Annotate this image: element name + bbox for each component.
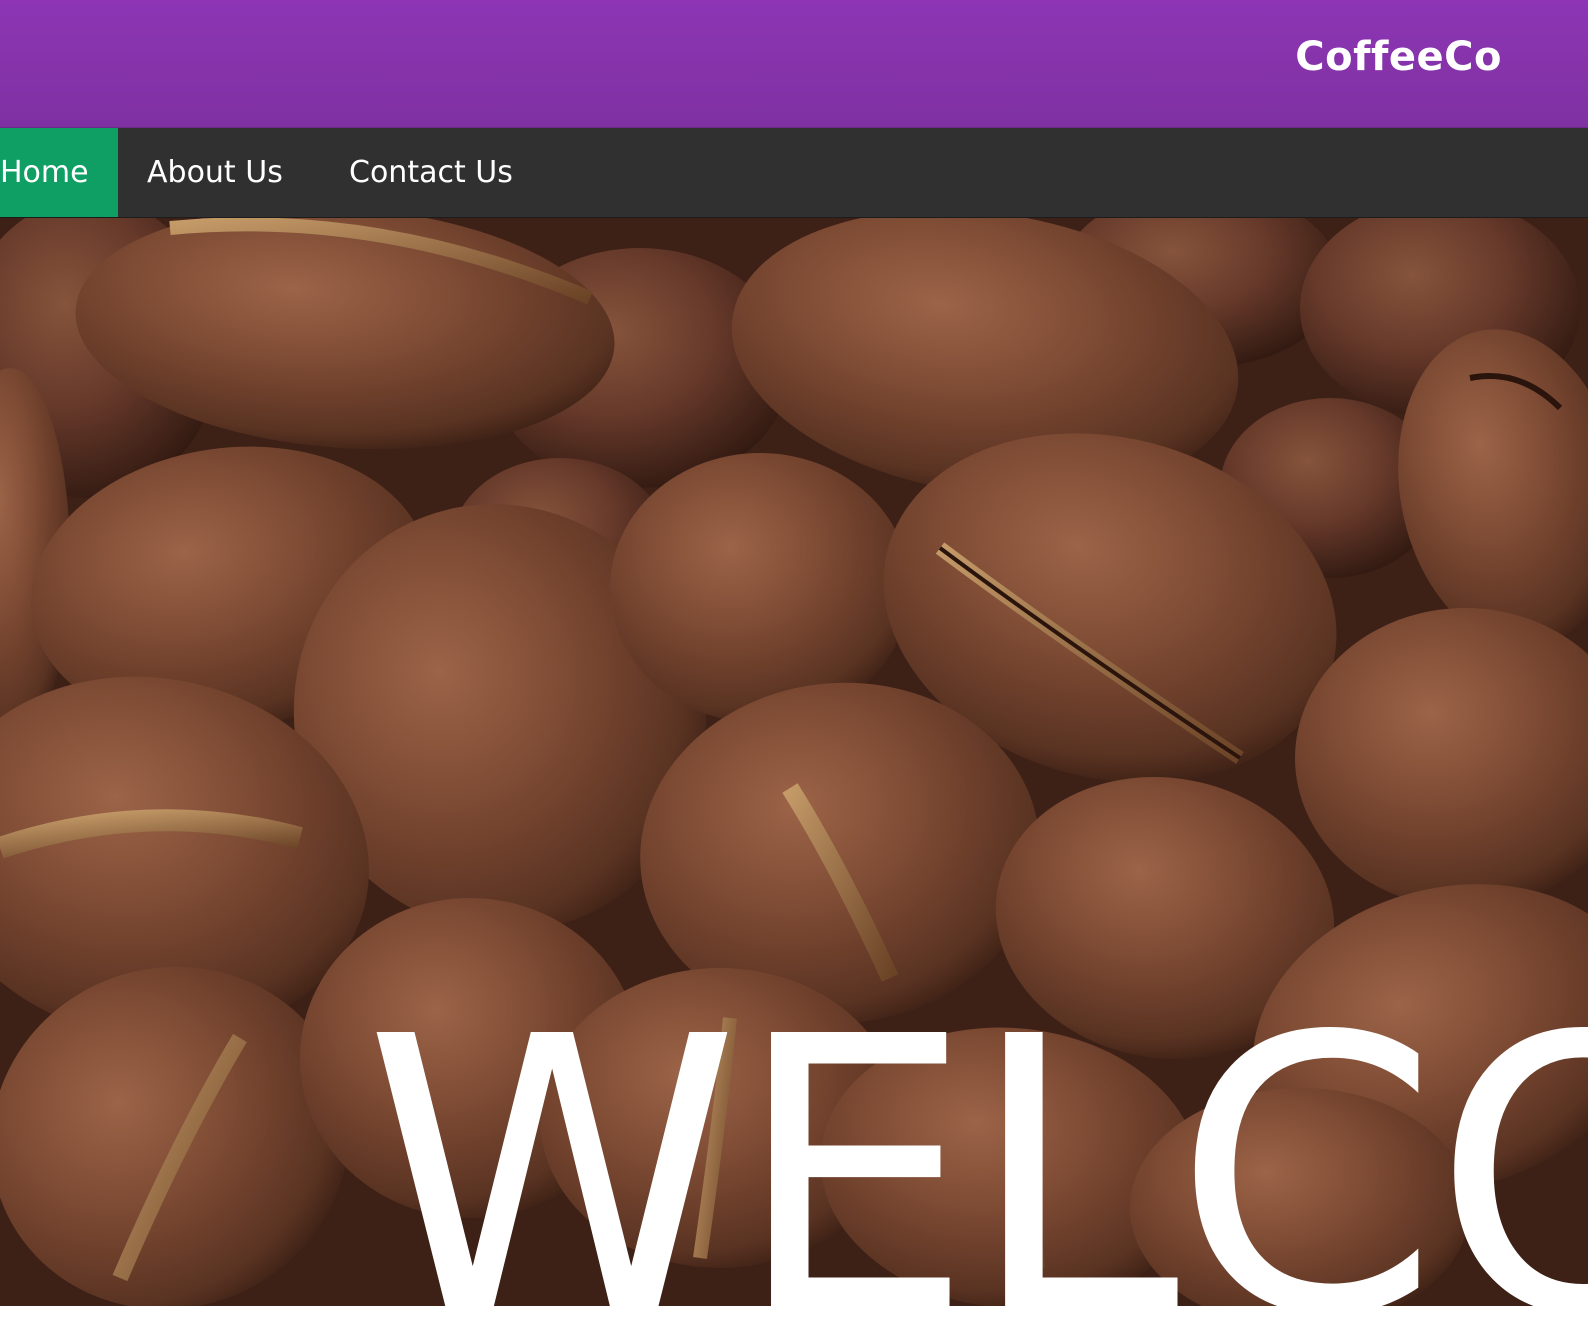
nav-item-about-us-label: About Us bbox=[147, 155, 283, 190]
main-nav: Home About Us Contact Us bbox=[0, 128, 1588, 218]
brand-logo-text[interactable]: CoffeeCo bbox=[1295, 34, 1502, 80]
nav-item-contact-us[interactable]: Contact Us bbox=[349, 128, 513, 217]
page-bottom-strip bbox=[0, 1306, 1588, 1324]
nav-item-home-label: Home bbox=[0, 155, 89, 190]
nav-item-about-us[interactable]: About Us bbox=[147, 128, 283, 217]
hero-banner: WELCO bbox=[0, 218, 1588, 1306]
hero-title: WELCO bbox=[364, 956, 1588, 1307]
nav-item-home[interactable]: Home bbox=[0, 128, 118, 217]
site-header: CoffeeCo bbox=[0, 0, 1588, 128]
bean bbox=[610, 453, 910, 723]
nav-item-contact-us-label: Contact Us bbox=[349, 155, 513, 190]
page: CoffeeCo Home About Us Contact Us WELCO bbox=[0, 0, 1588, 1324]
